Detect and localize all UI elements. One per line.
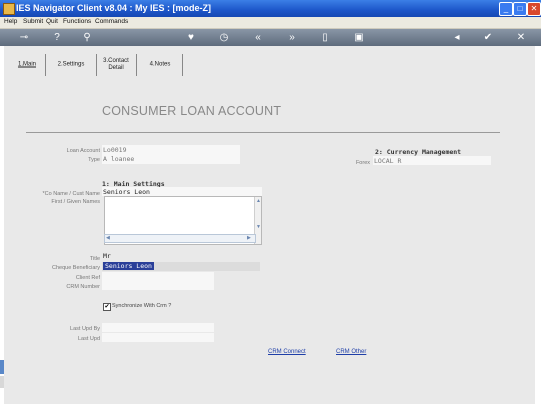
tab-main[interactable]: 1.Main [12, 52, 42, 78]
client-ref-field[interactable] [102, 272, 214, 281]
divider [26, 132, 500, 133]
close-icon[interactable]: ✕ [514, 31, 528, 44]
scroll-left-icon[interactable]: ◀ [106, 235, 110, 241]
cheque-beneficiary-value: Seniors Leon [103, 262, 154, 270]
horizontal-scrollbar[interactable]: ◀ ▶ [104, 234, 256, 243]
tab-contact-detail-label: 3.Contact Detail [103, 58, 129, 71]
menu-submit[interactable]: Submit [23, 18, 43, 25]
app-icon [3, 3, 15, 15]
tab-settings[interactable]: 2.Settings [48, 52, 94, 78]
crm-other-link[interactable]: CRM Other [336, 349, 366, 355]
window-title: IES Navigator Client v8.04 : My IES : [m… [16, 3, 212, 13]
last-upd-by-label: Last Upd By [70, 326, 100, 332]
tab-divider [96, 54, 97, 76]
settings-icon[interactable]: ▣ [352, 31, 366, 44]
clock-icon[interactable]: ◷ [217, 31, 231, 44]
first-names-label: First / Given Names [51, 199, 100, 205]
minimize-button[interactable]: _ [499, 2, 513, 16]
key-icon[interactable]: ⊸ [14, 31, 34, 44]
page-title: CONSUMER LOAN ACCOUNT [102, 104, 282, 118]
sync-crm-checkbox[interactable]: ✔ [103, 303, 111, 311]
tab-notes[interactable]: 4.Notes [140, 52, 180, 78]
crm-number-label: CRM Number [66, 284, 100, 290]
type-label: Type [88, 157, 100, 163]
sync-crm-label: Synchronize With Crm ? [112, 303, 172, 309]
loan-account-value: Lo0019 [103, 146, 127, 154]
crm-number-field[interactable] [102, 281, 214, 290]
back-icon[interactable]: ◂ [450, 31, 464, 44]
menu-quit[interactable]: Quit [46, 18, 58, 25]
app-window: IES Navigator Client v8.04 : My IES : [m… [0, 0, 541, 406]
menu-functions[interactable]: Functions [63, 18, 91, 25]
scroll-right-icon[interactable]: ▶ [247, 235, 251, 241]
title-bar: IES Navigator Client v8.04 : My IES : [m… [0, 0, 541, 17]
title-label: Title [89, 256, 100, 262]
toolbar: ⊸ ? ⚲ ♥ ◷ « » ▯ ▣ ◂ ✔ ✕ [0, 29, 541, 46]
last-upd-by-field[interactable] [102, 323, 214, 332]
side-panel-icon[interactable] [0, 360, 4, 374]
rewind-icon[interactable]: « [251, 31, 265, 44]
co-name-value: Seniors Leon [103, 188, 150, 196]
forex-label: Forex [355, 160, 370, 166]
title-value: Mr [103, 252, 111, 260]
forex-value: LOCAL R [374, 157, 402, 165]
co-name-label: *Co Name / Cust Name [42, 191, 100, 197]
close-window-button[interactable]: ✕ [527, 2, 541, 16]
tab-divider [182, 54, 183, 76]
check-icon[interactable]: ✔ [481, 31, 495, 44]
client-ref-label: Client Ref [75, 275, 100, 281]
search-icon[interactable]: ⚲ [80, 31, 94, 44]
cheque-beneficiary-label: Cheque Beneficiary [51, 265, 100, 271]
maximize-button[interactable]: □ [513, 2, 527, 16]
tab-settings-label: 2.Settings [57, 61, 85, 68]
side-info-icon[interactable] [0, 376, 4, 388]
tab-contact-detail[interactable]: 3.Contact Detail [98, 52, 134, 78]
help-icon[interactable]: ? [50, 31, 64, 44]
crm-connect-link[interactable]: CRM Connect [268, 349, 306, 355]
tab-divider [136, 54, 137, 76]
scroll-down-icon[interactable]: ▼ [256, 224, 261, 230]
list-icon[interactable]: ▯ [318, 31, 332, 44]
tab-notes-label: 4.Notes [149, 61, 171, 68]
last-upd-label: Last Upd [77, 336, 100, 342]
scroll-up-icon[interactable]: ▲ [256, 198, 261, 204]
fast-forward-icon[interactable]: » [285, 31, 299, 44]
menu-commands[interactable]: Commands [95, 18, 128, 25]
form-area: 1.Main 2.Settings 3.Contact Detail 4.Not… [4, 46, 535, 404]
last-upd-field[interactable] [102, 333, 214, 342]
tab-main-label: 1.Main [17, 61, 36, 68]
currency-section-title: 2: Currency Management [375, 148, 462, 156]
menu-bar: Help Submit Quit Functions Commands [0, 17, 541, 29]
heart-icon[interactable]: ♥ [184, 31, 198, 44]
tab-divider [45, 54, 46, 76]
menu-help[interactable]: Help [4, 18, 17, 25]
loan-account-label: Loan Account [66, 148, 100, 154]
type-value: A loanee [103, 155, 135, 163]
